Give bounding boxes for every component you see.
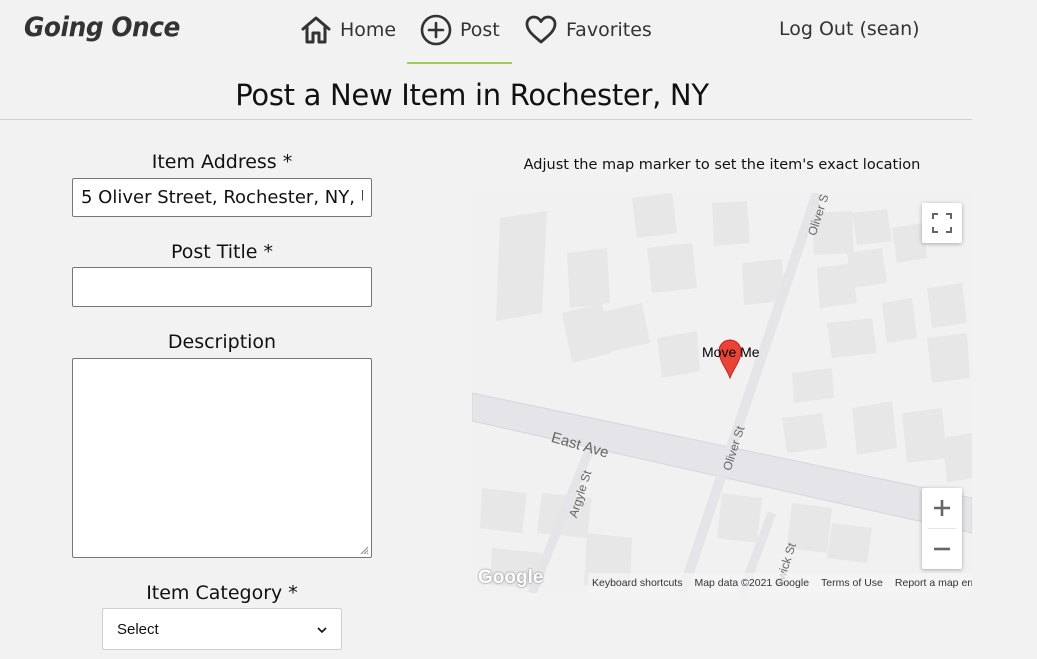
nav-home[interactable]: Home — [300, 8, 396, 52]
category-select[interactable]: Select — [102, 608, 342, 650]
description-label: Description — [167, 331, 277, 353]
nav-post[interactable]: Post — [420, 8, 500, 52]
address-label: Item Address * — [151, 151, 293, 173]
map-hint: Adjust the map marker to set the item's … — [523, 157, 921, 173]
nav-home-label: Home — [340, 19, 397, 41]
keyboard-shortcuts-link[interactable]: Keyboard shortcuts — [592, 577, 682, 589]
minus-icon — [934, 547, 950, 551]
home-icon — [300, 14, 332, 46]
google-logo[interactable]: Google — [478, 567, 543, 589]
address-input[interactable] — [72, 178, 372, 217]
divider — [0, 119, 972, 120]
category-selected-value: Select — [117, 620, 159, 638]
report-error-link[interactable]: Report a map error — [895, 577, 972, 589]
map-data-text: Map data ©2021 Google — [694, 577, 810, 589]
post-title-label: Post Title * — [170, 241, 274, 263]
description-textarea[interactable] — [72, 358, 372, 558]
logout-link[interactable]: Log Out (sean) — [779, 18, 920, 40]
plus-icon — [934, 500, 950, 516]
heart-icon — [524, 14, 558, 46]
plus-circle-icon — [420, 14, 452, 46]
nav-post-label: Post — [460, 19, 500, 41]
marker-label[interactable]: Move Me — [702, 344, 760, 360]
category-label: Item Category * — [146, 582, 298, 604]
zoom-in-button[interactable] — [922, 488, 962, 528]
fullscreen-button[interactable] — [922, 203, 962, 243]
nav-favorites[interactable]: Favorites — [524, 8, 652, 52]
post-title-input[interactable] — [72, 267, 372, 307]
active-tab-indicator — [407, 62, 512, 64]
terms-link[interactable]: Terms of Use — [821, 577, 883, 589]
logo[interactable]: Going Once — [24, 12, 180, 43]
map-tiles — [472, 193, 972, 593]
zoom-controls — [922, 488, 962, 569]
zoom-out-button[interactable] — [922, 529, 962, 569]
chevron-down-icon — [317, 621, 327, 638]
map-attribution: Keyboard shortcuts Map data ©2021 Google… — [588, 573, 972, 593]
map[interactable]: Oliver S East Ave Oliver St Argyle St sw… — [472, 193, 972, 593]
page-title: Post a New Item in Rochester, NY — [235, 78, 709, 112]
nav-favorites-label: Favorites — [566, 19, 652, 41]
fullscreen-icon — [932, 213, 952, 233]
